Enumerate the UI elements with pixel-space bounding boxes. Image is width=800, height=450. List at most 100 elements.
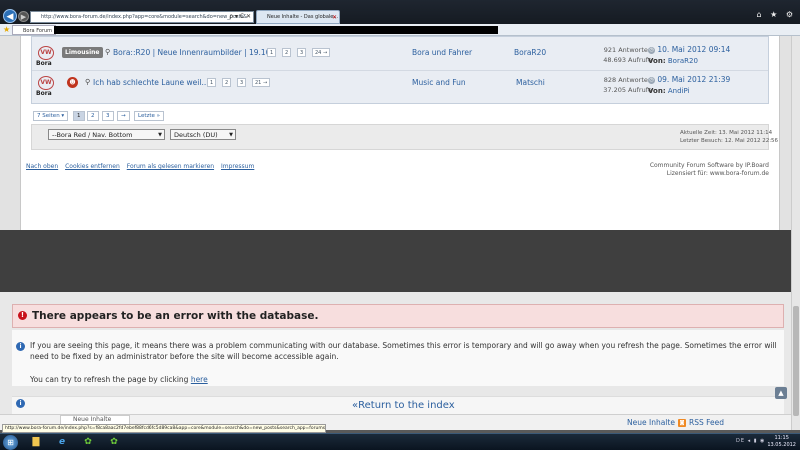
address-text: http://www.bora-forum.de/index.php?app=c…: [41, 14, 248, 20]
tab-label: Neue Inhalte - Das globale...: [267, 14, 339, 20]
topic-title-link[interactable]: Ich hab schlechte Laune weil...: [93, 77, 209, 88]
utility-bar: --Bora Red / Nav. Bottom ▼ Deutsch (DU) ▼ …: [31, 124, 778, 150]
last-post-date-text: 09. Mai 2012 21:39: [657, 75, 731, 84]
topic-title-link[interactable]: Bora::R20 | Neue Innenraumbilder | 19.10…: [113, 47, 273, 58]
reply-count: 921 Antworten: [603, 46, 652, 54]
page-1: 1: [73, 111, 85, 121]
topic-page-1[interactable]: 1: [267, 48, 277, 57]
clock-time: 11:15: [774, 435, 789, 441]
current-time: Aktuelle Zeit: 13. Mai 2012 11:14: [680, 130, 773, 136]
rss-feed-link[interactable]: RSS Feed: [689, 418, 724, 428]
footer-link-mark-read[interactable]: Forum als gelesen markieren: [127, 163, 214, 170]
topic-page-2[interactable]: 2: [282, 48, 292, 57]
table-row: VW Bora Limousine ⚲ Bora::R20 | Neue Inn…: [32, 43, 768, 71]
scrollbar-thumb[interactable]: [793, 306, 799, 416]
credit-software[interactable]: Community Forum Software by IP.Board: [650, 162, 769, 170]
taskbar-clock[interactable]: 11:15 13.05.2012: [767, 435, 796, 449]
last-page[interactable]: Letzte »: [134, 111, 165, 121]
footer-link-cookies[interactable]: Cookies entfernen: [65, 163, 120, 170]
next-page[interactable]: →: [117, 111, 130, 121]
topic-forum-link[interactable]: Music and Fun: [412, 77, 466, 88]
topic-list: VW Bora Limousine ⚲ Bora::R20 | Neue Inn…: [31, 36, 769, 104]
language-select[interactable]: Deutsch (DU) ▼: [170, 129, 236, 140]
topic-starter-link[interactable]: BoraR20: [514, 47, 546, 58]
dark-overlay-band: [0, 230, 791, 292]
last-post-author-link[interactable]: BoraR20: [668, 57, 698, 65]
footer-link-impressum[interactable]: Impressum: [221, 163, 254, 170]
error-header: ! There appears to be an error with the …: [12, 304, 784, 328]
retry-link[interactable]: here: [191, 375, 208, 384]
bora-logo-label: Bora: [36, 60, 52, 67]
bora-logo-label: Bora: [36, 90, 52, 97]
last-post-author: Von: AndiPi: [648, 86, 690, 96]
last-visit: Letzter Besuch: 12. Mai 2012 22:56: [680, 138, 779, 144]
skin-select[interactable]: --Bora Red / Nav. Bottom ▼: [48, 129, 165, 140]
footer-link-top[interactable]: Nach oben: [26, 163, 58, 170]
forum-page: VW Bora Limousine ⚲ Bora::R20 | Neue Inn…: [0, 36, 800, 230]
table-row: VW Bora ☻ ⚲ Ich hab schlechte Laune weil…: [32, 73, 768, 101]
view-count: 37.205 Aufrufe: [603, 86, 652, 94]
return-to-index-link[interactable]: «Return to the index: [352, 399, 455, 413]
last-by-label: Von:: [648, 87, 666, 95]
windows-taskbar: ⊞ ▇ e ✿ ✿ DE ◂ ▮ ◉ 11:15 13.05.2012: [0, 433, 800, 450]
start-button-icon[interactable]: ⊞: [3, 435, 18, 450]
redacted-bar: [54, 26, 498, 34]
clock-icon: ◷: [648, 77, 655, 84]
toolbar-icons[interactable]: ⌂ ★ ⚙: [756, 10, 796, 19]
footer-links: Nach oben Cookies entfernen Forum als ge…: [26, 163, 259, 171]
error-title: There appears to be an error with the da…: [32, 310, 319, 322]
favorite-bora-forum[interactable]: Bora Forum: [12, 25, 57, 35]
error-body: i If you are seeing this page, it means …: [12, 330, 784, 386]
topic-page-1[interactable]: 1: [207, 78, 217, 87]
topic-page-last[interactable]: 21 →: [252, 78, 271, 87]
page-scrollbar[interactable]: [791, 36, 800, 430]
error-retry: You can try to refresh the page by click…: [30, 374, 208, 385]
topic-page-3[interactable]: 3: [297, 48, 307, 57]
vw-logo-icon: VW: [38, 46, 54, 60]
last-post-author-link[interactable]: AndiPi: [668, 87, 690, 95]
topic-starter-link[interactable]: Matschi: [516, 77, 545, 88]
info-icon: i: [16, 399, 25, 408]
favorites-bar: ★ Bora Forum: [0, 24, 800, 36]
chevron-down-icon: ▼: [229, 132, 233, 138]
attachment-icon: ⚲: [85, 78, 91, 86]
favorites-star-icon[interactable]: ★: [3, 25, 10, 35]
topic-emoji-icon: ☻: [67, 77, 78, 88]
address-controls[interactable]: ρ ▾ C ✕: [229, 12, 251, 22]
topic-page-3[interactable]: 3: [237, 78, 247, 87]
system-tray[interactable]: DE ◂ ▮ ◉: [736, 438, 765, 444]
back-arrow-icon[interactable]: ◀: [3, 9, 17, 23]
error-icon: !: [18, 311, 27, 320]
clock-date: 13.05.2012: [767, 442, 796, 448]
topic-forum-link[interactable]: Bora und Fahrer: [412, 47, 472, 58]
topic-page-last[interactable]: 24 →: [312, 48, 331, 57]
clock-icon: ◷: [648, 47, 655, 54]
row-divider: [32, 70, 768, 71]
forward-arrow-icon[interactable]: ▶: [18, 11, 29, 22]
topic-page-2[interactable]: 2: [222, 78, 232, 87]
last-by-label: Von:: [648, 57, 666, 65]
tab-close-icon[interactable]: ✕: [332, 11, 337, 23]
neue-inhalte-link[interactable]: Neue Inhalte: [627, 418, 675, 428]
error-description: If you are seeing this page, it means th…: [30, 341, 777, 361]
status-bar-url: http://www.bora-forum.de/index.php?s=f8c…: [2, 424, 326, 433]
last-post-date[interactable]: ◷ 09. Mai 2012 21:39: [648, 75, 730, 85]
internet-explorer-icon[interactable]: e: [54, 436, 70, 449]
attachment-icon: ⚲: [105, 48, 111, 56]
icq-flower-icon[interactable]: ✿: [106, 436, 122, 449]
reply-count: 828 Antworten: [603, 76, 652, 84]
scroll-top-arrow-icon[interactable]: ▲: [775, 387, 787, 399]
last-post-author: Von: BoraR20: [648, 56, 698, 66]
footer-credits: Community Forum Software by IP.Board Liz…: [650, 162, 769, 178]
info-icon: i: [16, 342, 25, 351]
explorer-folder-icon[interactable]: ▇: [28, 436, 44, 449]
last-post-date[interactable]: ◷ 10. Mai 2012 09:14: [648, 45, 730, 55]
database-error-area: ! There appears to be an error with the …: [0, 292, 791, 424]
address-bar[interactable]: http://www.bora-forum.de/index.php?app=c…: [30, 11, 254, 23]
rss-icon[interactable]: ◙: [678, 419, 686, 427]
page-2[interactable]: 2: [87, 111, 99, 121]
page-3[interactable]: 3: [102, 111, 114, 121]
tab-neue-inhalte[interactable]: Neue Inhalte - Das globale... ✕: [256, 10, 340, 24]
icq-flower-icon[interactable]: ✿: [80, 436, 96, 449]
pages-dropdown[interactable]: 7 Seiten ▾: [33, 111, 69, 121]
